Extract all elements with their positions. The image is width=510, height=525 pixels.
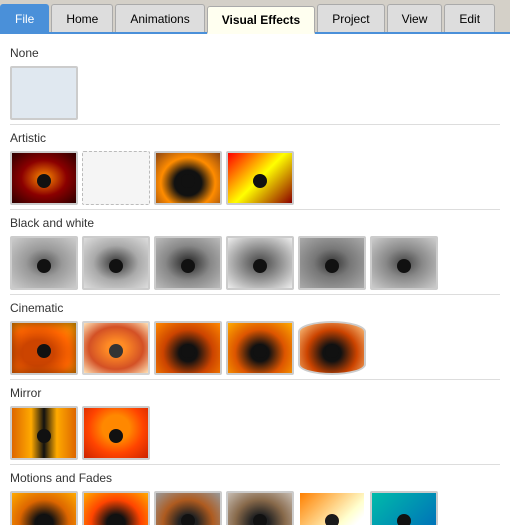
tab-bar: File Home Animations Visual Effects Proj… <box>0 0 510 34</box>
thumb-artistic-1[interactable] <box>10 151 78 205</box>
section-bw-label: Black and white <box>10 216 500 230</box>
tab-project[interactable]: Project <box>317 4 384 32</box>
tab-home-label: Home <box>66 12 98 26</box>
thumb-mf-3[interactable] <box>154 491 222 525</box>
tab-view-label: View <box>402 12 428 26</box>
thumb-mirror-2[interactable] <box>82 406 150 460</box>
tab-file[interactable]: File <box>0 4 49 32</box>
effects-panel: None Artistic Black and white <box>0 34 510 525</box>
section-mirror: Mirror <box>10 386 500 465</box>
app-window: File Home Animations Visual Effects Proj… <box>0 0 510 525</box>
divider-mirror <box>10 464 500 465</box>
tab-edit[interactable]: Edit <box>444 4 495 32</box>
section-bw: Black and white <box>10 216 500 295</box>
section-motions-thumbnails <box>10 491 500 525</box>
section-cinematic: Cinematic <box>10 301 500 380</box>
divider-bw <box>10 294 500 295</box>
tab-project-label: Project <box>332 12 369 26</box>
tab-animations[interactable]: Animations <box>115 4 204 32</box>
thumb-bw-3[interactable] <box>154 236 222 290</box>
section-cinematic-thumbnails <box>10 321 500 375</box>
section-none-label: None <box>10 46 500 60</box>
thumb-bw-6[interactable] <box>370 236 438 290</box>
thumb-mf-5[interactable] <box>298 491 366 525</box>
section-artistic: Artistic <box>10 131 500 210</box>
section-cinematic-label: Cinematic <box>10 301 500 315</box>
tab-visual-effects[interactable]: Visual Effects <box>207 6 315 34</box>
section-motions: Motions and Fades Fade out to black <box>10 471 500 525</box>
divider-cinematic <box>10 379 500 380</box>
thumb-artistic-4[interactable] <box>226 151 294 205</box>
section-bw-thumbnails <box>10 236 500 290</box>
thumb-cin-2[interactable] <box>82 321 150 375</box>
divider-artistic <box>10 209 500 210</box>
thumb-none[interactable] <box>10 66 78 120</box>
section-mirror-label: Mirror <box>10 386 500 400</box>
section-artistic-label: Artistic <box>10 131 500 145</box>
thumb-mf-1[interactable] <box>10 491 78 525</box>
thumb-mf-2[interactable] <box>82 491 150 525</box>
thumb-cin-5[interactable] <box>298 321 366 375</box>
tab-file-label: File <box>15 12 34 26</box>
tab-animations-label: Animations <box>130 12 189 26</box>
section-motions-label: Motions and Fades <box>10 471 500 485</box>
thumb-bw-4[interactable] <box>226 236 294 290</box>
thumb-bw-1[interactable] <box>10 236 78 290</box>
thumb-mirror-1[interactable] <box>10 406 78 460</box>
thumb-bw-2[interactable] <box>82 236 150 290</box>
thumb-artistic-3[interactable] <box>154 151 222 205</box>
section-none: None <box>10 46 500 125</box>
tab-edit-label: Edit <box>459 12 480 26</box>
tab-view[interactable]: View <box>387 4 443 32</box>
divider-none <box>10 124 500 125</box>
section-none-thumbnails <box>10 66 500 120</box>
section-artistic-thumbnails <box>10 151 500 205</box>
thumb-cin-4[interactable] <box>226 321 294 375</box>
tab-home[interactable]: Home <box>51 4 113 32</box>
thumb-cin-3[interactable] <box>154 321 222 375</box>
thumb-cin-1[interactable] <box>10 321 78 375</box>
thumb-bw-5[interactable] <box>298 236 366 290</box>
tab-visual-effects-label: Visual Effects <box>222 13 300 27</box>
section-mirror-thumbnails <box>10 406 500 460</box>
thumb-mf-6[interactable] <box>370 491 438 525</box>
thumb-mf-4[interactable] <box>226 491 294 525</box>
thumb-artistic-2[interactable] <box>82 151 150 205</box>
